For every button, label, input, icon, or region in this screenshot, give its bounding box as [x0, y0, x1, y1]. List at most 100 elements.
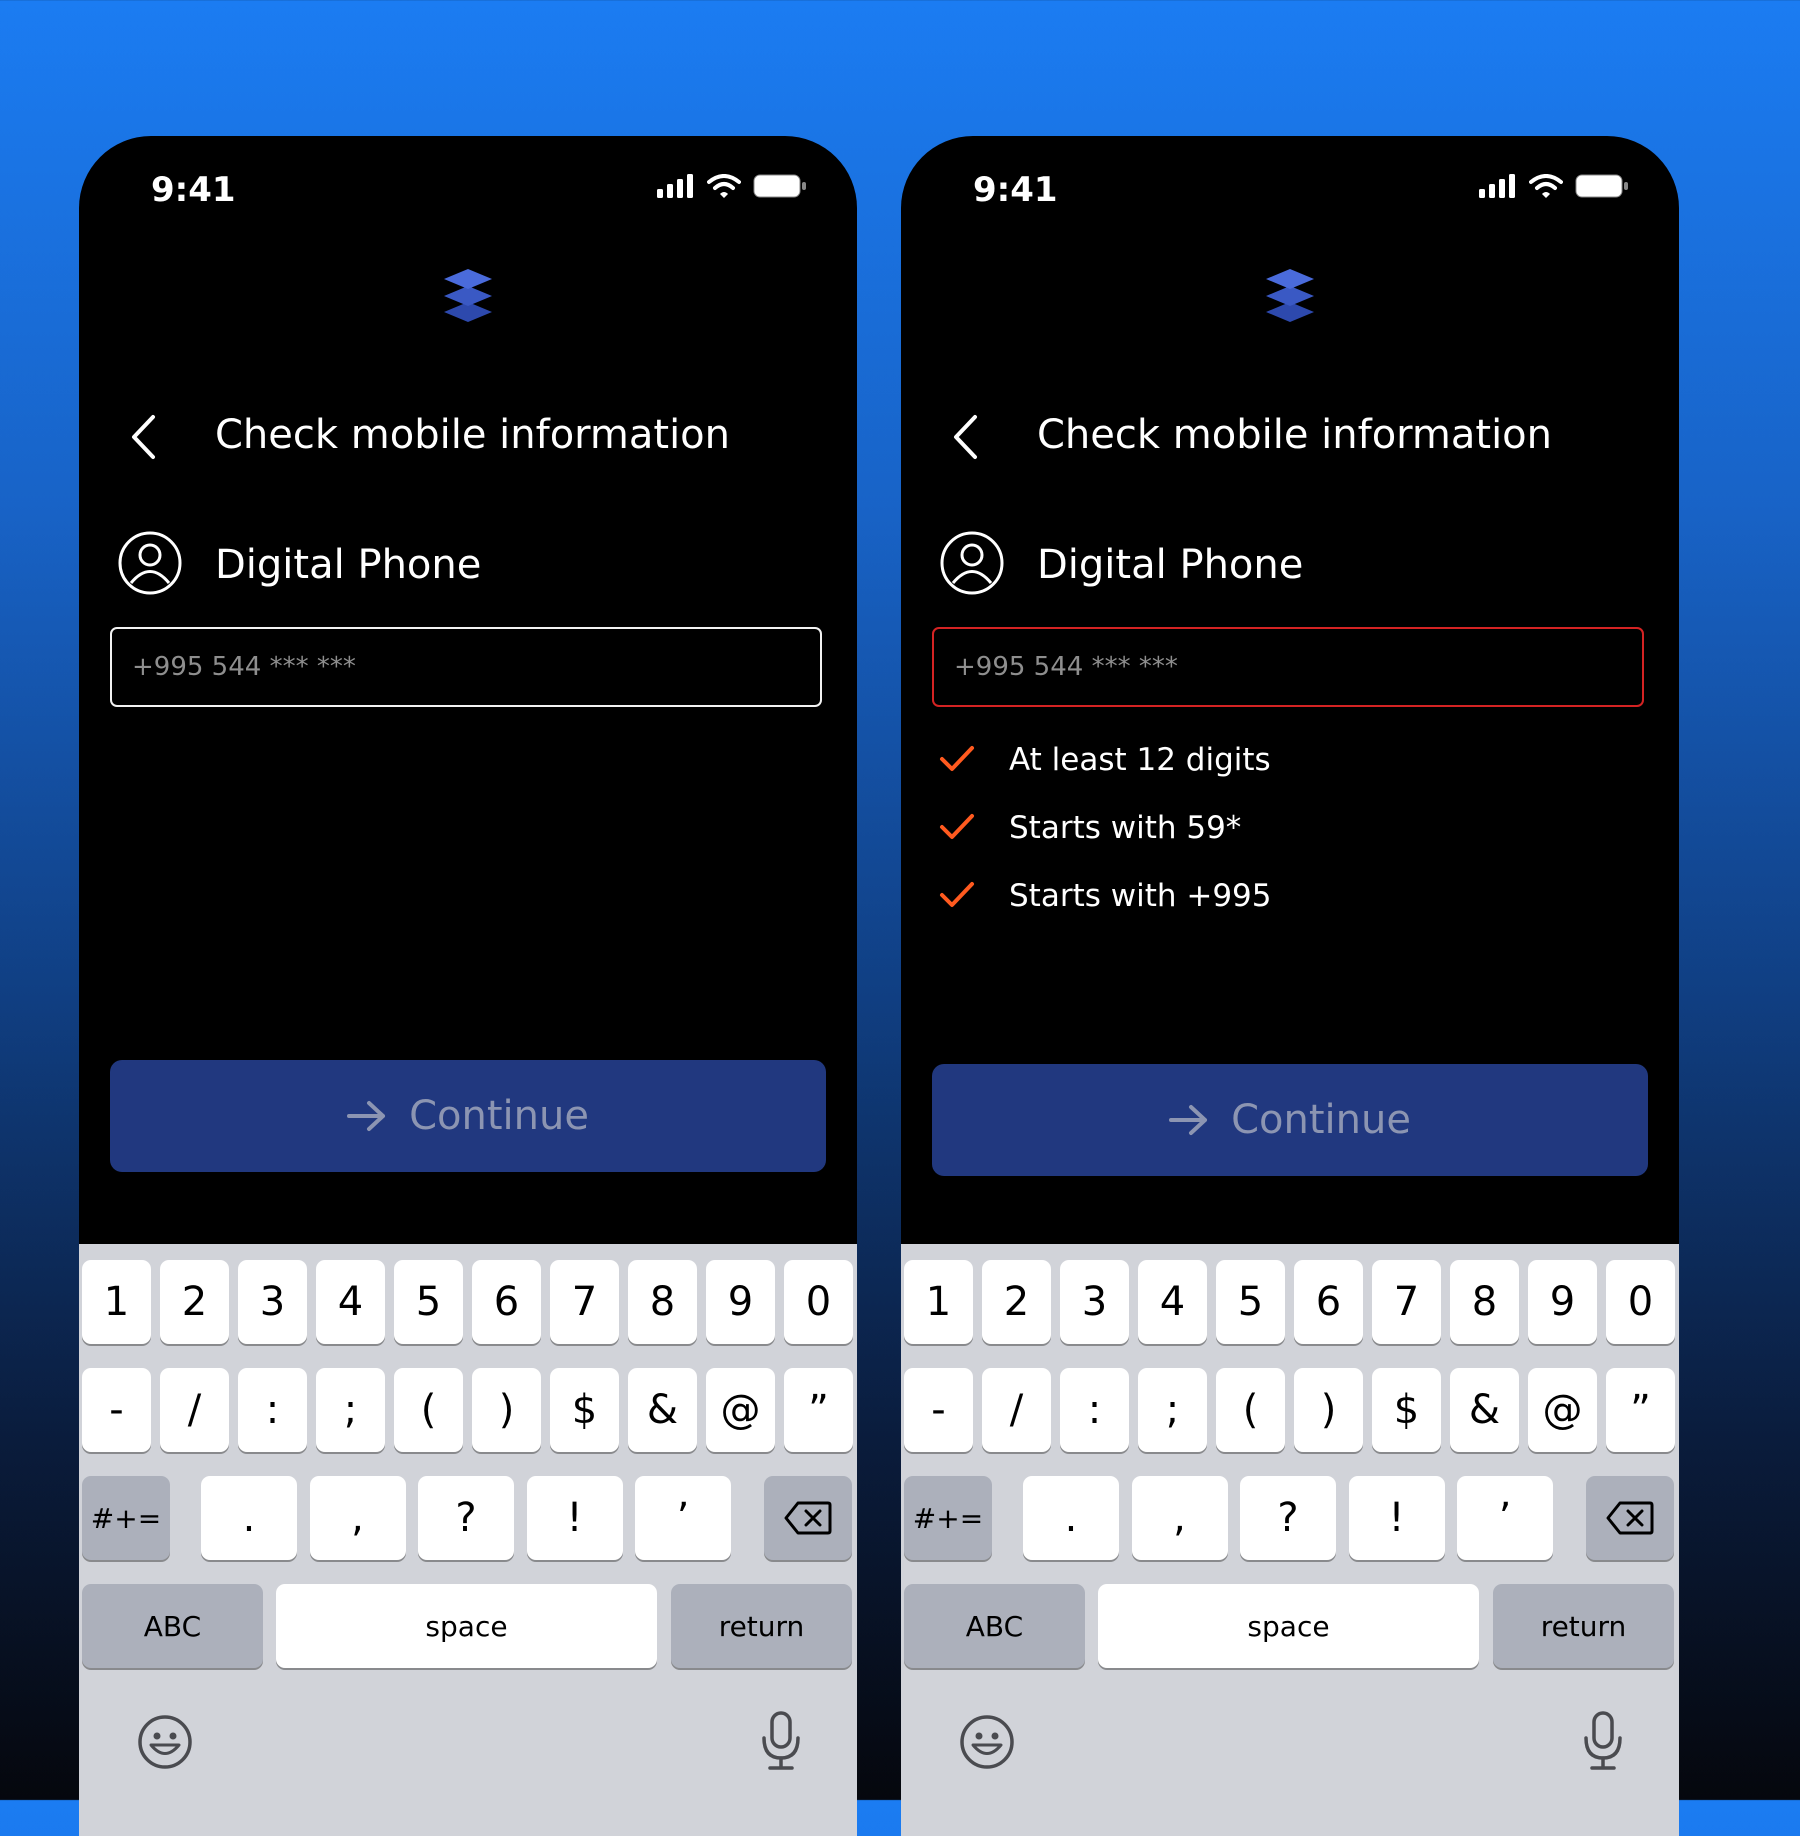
key-symbol[interactable]: )	[1294, 1368, 1363, 1452]
phone-number-input[interactable]	[110, 627, 822, 707]
key-punctuation[interactable]: !	[526, 1476, 623, 1560]
key-2[interactable]: 2	[982, 1260, 1051, 1344]
key-symbol[interactable]: ”	[1606, 1368, 1675, 1452]
key-symbol[interactable]: $	[550, 1368, 619, 1452]
phone-number-input[interactable]	[932, 627, 1644, 707]
key-symbol[interactable]: (	[1216, 1368, 1285, 1452]
key-0[interactable]: 0	[784, 1260, 853, 1344]
key-1[interactable]: 1	[904, 1260, 973, 1344]
status-time: 9:41	[973, 170, 1058, 210]
requirement-label: Starts with +995	[1009, 878, 1272, 914]
key-symbol[interactable]: ;	[316, 1368, 385, 1452]
layers-logo-icon	[1266, 269, 1314, 322]
key-9[interactable]: 9	[1528, 1260, 1597, 1344]
layers-logo-icon	[444, 269, 492, 322]
key-symbol[interactable]: $	[1372, 1368, 1441, 1452]
key-symbol[interactable]: -	[82, 1368, 151, 1452]
key-4[interactable]: 4	[316, 1260, 385, 1344]
checkmark-icon	[940, 814, 974, 839]
symbols-toggle-key[interactable]: #+=	[82, 1476, 170, 1560]
account-row: Digital Phone	[901, 530, 1679, 600]
key-punctuation[interactable]: ’	[635, 1476, 731, 1560]
emoji-icon[interactable]	[959, 1714, 1015, 1775]
header: Check mobile information	[901, 406, 1679, 466]
numeric-keyboard: 1 2 3 4 5 6 7 8 9 0 - /:;() $ & @” #+=.,?!’ ABC space retu…	[901, 1244, 1679, 1836]
numeric-keyboard: 1 2 3 4 5 6 7 8 9 0 - /:;() $ & @” #+=.,?!’ ABC space retu…	[79, 1244, 857, 1836]
key-punctuation[interactable]: ?	[418, 1476, 514, 1560]
key-8[interactable]: 8	[628, 1260, 697, 1344]
key-3[interactable]: 3	[238, 1260, 307, 1344]
key-punctuation[interactable]: !	[1348, 1476, 1445, 1560]
wifi-icon	[1529, 174, 1563, 198]
status-icons	[657, 174, 807, 198]
backspace-key[interactable]	[1586, 1476, 1674, 1560]
return-key[interactable]: return	[671, 1584, 852, 1668]
key-symbol[interactable]: :	[1060, 1368, 1129, 1452]
return-key[interactable]: return	[1493, 1584, 1674, 1668]
key-punctuation[interactable]: .	[201, 1476, 297, 1560]
backspace-icon	[1606, 1501, 1654, 1535]
key-symbol[interactable]: /	[160, 1368, 229, 1452]
key-5[interactable]: 5	[1216, 1260, 1285, 1344]
continue-label: Continue	[409, 1093, 589, 1139]
status-icons	[1479, 174, 1629, 198]
key-2[interactable]: 2	[160, 1260, 229, 1344]
backspace-icon	[784, 1501, 832, 1535]
key-6[interactable]: 6	[1294, 1260, 1363, 1344]
key-symbol[interactable]: /	[982, 1368, 1051, 1452]
key-symbol[interactable]: )	[472, 1368, 541, 1452]
phone-screen-error: 9:41 Check mobile information Digital Ph…	[901, 136, 1679, 1836]
key-3[interactable]: 3	[1060, 1260, 1129, 1344]
key-1[interactable]: 1	[82, 1260, 151, 1344]
requirement-label: At least 12 digits	[1009, 742, 1271, 778]
key-punctuation[interactable]: ,	[309, 1476, 406, 1560]
key-symbol[interactable]: (	[394, 1368, 463, 1452]
key-symbol[interactable]: &	[628, 1368, 697, 1452]
space-key[interactable]: space	[276, 1584, 657, 1668]
key-6[interactable]: 6	[472, 1260, 541, 1344]
key-punctuation[interactable]: .	[1023, 1476, 1119, 1560]
arrow-right-icon	[347, 1101, 386, 1131]
wifi-icon	[707, 174, 741, 198]
abc-key[interactable]: ABC	[82, 1584, 263, 1668]
continue-button[interactable]: Continue	[110, 1060, 826, 1172]
key-symbol[interactable]: :	[238, 1368, 307, 1452]
continue-button[interactable]: Continue	[932, 1064, 1648, 1176]
abc-key[interactable]: ABC	[904, 1584, 1085, 1668]
account-label: Digital Phone	[215, 542, 482, 588]
key-punctuation[interactable]: ?	[1240, 1476, 1336, 1560]
status-time: 9:41	[151, 170, 236, 210]
arrow-right-icon	[1169, 1105, 1208, 1135]
key-7[interactable]: 7	[1372, 1260, 1441, 1344]
key-9[interactable]: 9	[706, 1260, 775, 1344]
key-symbol[interactable]: ;	[1138, 1368, 1207, 1452]
chevron-left-icon[interactable]	[951, 414, 981, 460]
key-symbol[interactable]: -	[904, 1368, 973, 1452]
header: Check mobile information	[79, 406, 857, 466]
account-label: Digital Phone	[1037, 542, 1304, 588]
space-key[interactable]: space	[1098, 1584, 1479, 1668]
microphone-icon[interactable]	[1582, 1710, 1624, 1777]
page-title: Check mobile information	[1037, 412, 1552, 458]
key-0[interactable]: 0	[1606, 1260, 1675, 1344]
key-8[interactable]: 8	[1450, 1260, 1519, 1344]
chevron-left-icon[interactable]	[129, 414, 159, 460]
key-7[interactable]: 7	[550, 1260, 619, 1344]
cellular-signal-icon	[657, 174, 693, 198]
key-symbol[interactable]: &	[1450, 1368, 1519, 1452]
key-symbol[interactable]: ”	[784, 1368, 853, 1452]
key-5[interactable]: 5	[394, 1260, 463, 1344]
user-circle-icon	[940, 531, 1004, 595]
key-symbol[interactable]: @	[1528, 1368, 1597, 1452]
emoji-icon[interactable]	[137, 1714, 193, 1775]
key-4[interactable]: 4	[1138, 1260, 1207, 1344]
symbols-toggle-key[interactable]: #+=	[904, 1476, 992, 1560]
key-symbol[interactable]: @	[706, 1368, 775, 1452]
backspace-key[interactable]	[764, 1476, 852, 1560]
cellular-signal-icon	[1479, 174, 1515, 198]
checkmark-icon	[940, 746, 974, 771]
key-punctuation[interactable]: ,	[1131, 1476, 1228, 1560]
microphone-icon[interactable]	[760, 1710, 802, 1777]
account-row: Digital Phone	[79, 530, 857, 600]
key-punctuation[interactable]: ’	[1457, 1476, 1553, 1560]
